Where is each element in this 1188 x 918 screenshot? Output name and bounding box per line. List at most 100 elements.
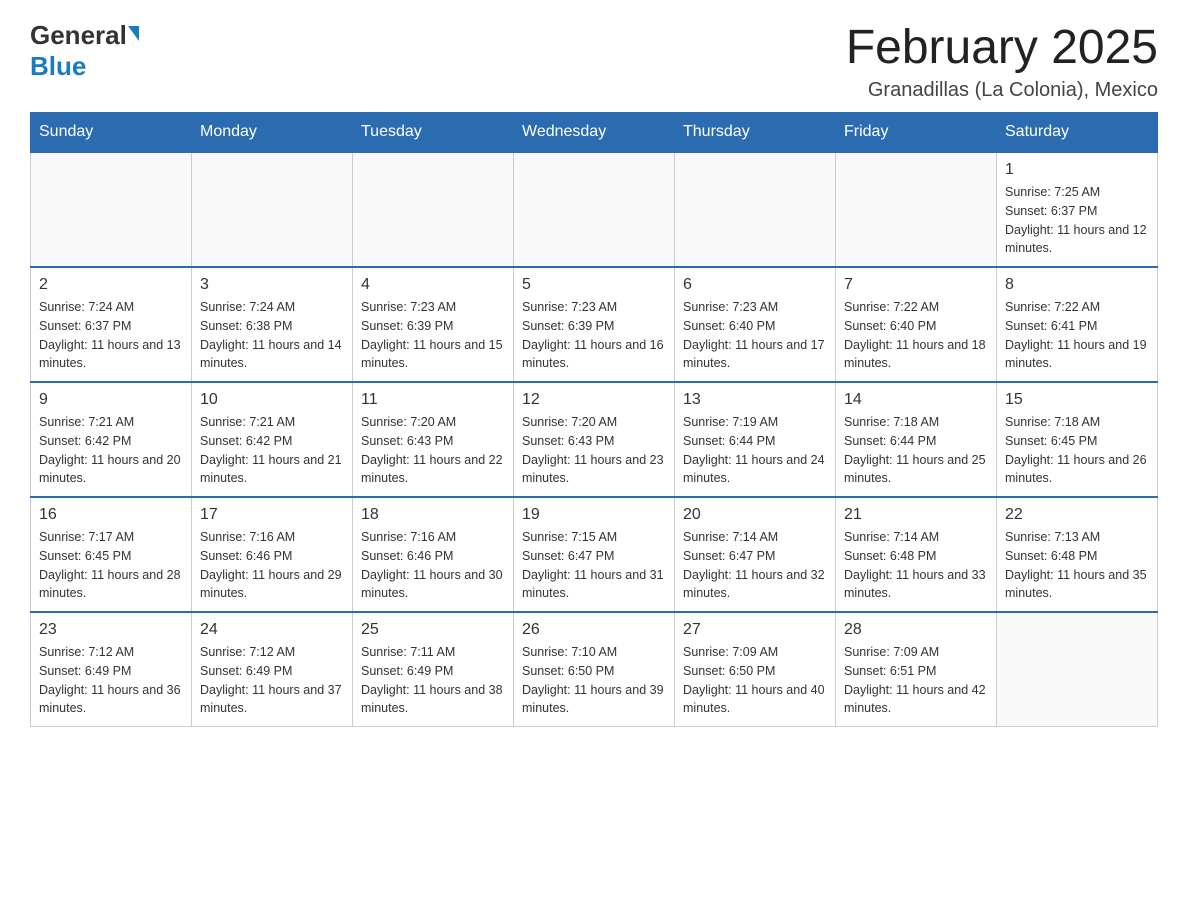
calendar-cell: 28 Sunrise: 7:09 AMSunset: 6:51 PMDayligh… [836, 612, 997, 727]
calendar-cell: 11 Sunrise: 7:20 AMSunset: 6:43 PMDayligh… [353, 382, 514, 497]
calendar-cell: 17 Sunrise: 7:16 AMSunset: 6:46 PMDayligh… [192, 497, 353, 612]
calendar-cell: 24Sunrise: 7:12 AMSunset: 6:49 PMDayligh… [192, 612, 353, 727]
day-info: Sunrise: 7:21 AMSunset: 6:42 PMDaylight:… [39, 413, 183, 488]
day-info: Sunrise: 7:21 AMSunset: 6:42 PMDaylight:… [200, 413, 344, 488]
day-number: 22 [1005, 506, 1149, 524]
day-info: Sunrise: 7:14 AMSunset: 6:48 PMDaylight:… [844, 528, 988, 603]
day-info: Sunrise: 7:16 AMSunset: 6:46 PMDaylight:… [200, 528, 344, 603]
location-title: Granadillas (La Colonia), Mexico [846, 79, 1158, 102]
day-number: 3 [200, 276, 344, 294]
day-number: 9 [39, 391, 183, 409]
day-number: 25 [361, 621, 505, 639]
day-info: Sunrise: 7:15 AMSunset: 6:47 PMDaylight:… [522, 528, 666, 603]
day-number: 19 [522, 506, 666, 524]
calendar-week-row: 23Sunrise: 7:12 AMSunset: 6:49 PMDayligh… [31, 612, 1158, 727]
calendar-week-row: 2 Sunrise: 7:24 AMSunset: 6:37 PMDaylight… [31, 267, 1158, 382]
day-number: 11 [361, 391, 505, 409]
day-number: 28 [844, 621, 988, 639]
day-info: Sunrise: 7:12 AMSunset: 6:49 PMDaylight:… [200, 643, 344, 718]
day-info: Sunrise: 7:24 AMSunset: 6:37 PMDaylight:… [39, 298, 183, 373]
calendar-cell: 1 Sunrise: 7:25 AMSunset: 6:37 PMDaylight… [997, 152, 1158, 267]
title-section: February 2025 Granadillas (La Colonia), … [846, 20, 1158, 102]
calendar-cell: 16 Sunrise: 7:17 AMSunset: 6:45 PMDayligh… [31, 497, 192, 612]
day-number: 1 [1005, 161, 1149, 179]
day-number: 8 [1005, 276, 1149, 294]
logo-blue-text: Blue [30, 51, 86, 81]
calendar-cell: 4 Sunrise: 7:23 AMSunset: 6:39 PMDaylight… [353, 267, 514, 382]
day-number: 6 [683, 276, 827, 294]
day-header-thursday: Thursday [675, 113, 836, 153]
calendar-cell: 20 Sunrise: 7:14 AMSunset: 6:47 PMDayligh… [675, 497, 836, 612]
calendar-cell: 6Sunrise: 7:23 AMSunset: 6:40 PMDaylight… [675, 267, 836, 382]
day-number: 10 [200, 391, 344, 409]
day-header-tuesday: Tuesday [353, 113, 514, 153]
day-info: Sunrise: 7:09 AMSunset: 6:51 PMDaylight:… [844, 643, 988, 718]
calendar-cell: 27Sunrise: 7:09 AMSunset: 6:50 PMDayligh… [675, 612, 836, 727]
calendar-cell [675, 152, 836, 267]
calendar-cell: 12Sunrise: 7:20 AMSunset: 6:43 PMDayligh… [514, 382, 675, 497]
day-info: Sunrise: 7:13 AMSunset: 6:48 PMDaylight:… [1005, 528, 1149, 603]
calendar-header-row: SundayMondayTuesdayWednesdayThursdayFrid… [31, 113, 1158, 153]
calendar-cell: 14 Sunrise: 7:18 AMSunset: 6:44 PMDayligh… [836, 382, 997, 497]
day-info: Sunrise: 7:11 AMSunset: 6:49 PMDaylight:… [361, 643, 505, 718]
day-info: Sunrise: 7:18 AMSunset: 6:44 PMDaylight:… [844, 413, 988, 488]
day-number: 13 [683, 391, 827, 409]
day-info: Sunrise: 7:22 AMSunset: 6:40 PMDaylight:… [844, 298, 988, 373]
day-info: Sunrise: 7:17 AMSunset: 6:45 PMDaylight:… [39, 528, 183, 603]
day-number: 4 [361, 276, 505, 294]
day-info: Sunrise: 7:19 AMSunset: 6:44 PMDaylight:… [683, 413, 827, 488]
calendar-cell [31, 152, 192, 267]
calendar-cell [997, 612, 1158, 727]
day-info: Sunrise: 7:23 AMSunset: 6:39 PMDaylight:… [361, 298, 505, 373]
logo: General Blue [30, 20, 139, 82]
month-title: February 2025 [846, 20, 1158, 75]
calendar-week-row: 1 Sunrise: 7:25 AMSunset: 6:37 PMDaylight… [31, 152, 1158, 267]
calendar-cell: 5 Sunrise: 7:23 AMSunset: 6:39 PMDaylight… [514, 267, 675, 382]
calendar-table: SundayMondayTuesdayWednesdayThursdayFrid… [30, 112, 1158, 727]
calendar-cell: 3Sunrise: 7:24 AMSunset: 6:38 PMDaylight… [192, 267, 353, 382]
day-header-monday: Monday [192, 113, 353, 153]
day-number: 5 [522, 276, 666, 294]
calendar-cell: 9 Sunrise: 7:21 AMSunset: 6:42 PMDaylight… [31, 382, 192, 497]
calendar-cell: 8 Sunrise: 7:22 AMSunset: 6:41 PMDaylight… [997, 267, 1158, 382]
day-header-saturday: Saturday [997, 113, 1158, 153]
page-header: General Blue February 2025 Granadillas (… [30, 20, 1158, 102]
day-number: 27 [683, 621, 827, 639]
calendar-cell: 7 Sunrise: 7:22 AMSunset: 6:40 PMDaylight… [836, 267, 997, 382]
day-header-sunday: Sunday [31, 113, 192, 153]
calendar-cell: 2 Sunrise: 7:24 AMSunset: 6:37 PMDaylight… [31, 267, 192, 382]
calendar-cell [514, 152, 675, 267]
calendar-cell: 23Sunrise: 7:12 AMSunset: 6:49 PMDayligh… [31, 612, 192, 727]
calendar-cell: 15Sunrise: 7:18 AMSunset: 6:45 PMDayligh… [997, 382, 1158, 497]
calendar-cell: 22 Sunrise: 7:13 AMSunset: 6:48 PMDayligh… [997, 497, 1158, 612]
day-number: 20 [683, 506, 827, 524]
day-number: 17 [200, 506, 344, 524]
calendar-cell: 25 Sunrise: 7:11 AMSunset: 6:49 PMDayligh… [353, 612, 514, 727]
day-info: Sunrise: 7:23 AMSunset: 6:39 PMDaylight:… [522, 298, 666, 373]
day-info: Sunrise: 7:16 AMSunset: 6:46 PMDaylight:… [361, 528, 505, 603]
calendar-cell: 26Sunrise: 7:10 AMSunset: 6:50 PMDayligh… [514, 612, 675, 727]
day-info: Sunrise: 7:14 AMSunset: 6:47 PMDaylight:… [683, 528, 827, 603]
day-number: 7 [844, 276, 988, 294]
logo-arrow-icon [128, 26, 139, 41]
calendar-cell: 18Sunrise: 7:16 AMSunset: 6:46 PMDayligh… [353, 497, 514, 612]
calendar-cell: 13 Sunrise: 7:19 AMSunset: 6:44 PMDayligh… [675, 382, 836, 497]
calendar-week-row: 9 Sunrise: 7:21 AMSunset: 6:42 PMDaylight… [31, 382, 1158, 497]
day-info: Sunrise: 7:22 AMSunset: 6:41 PMDaylight:… [1005, 298, 1149, 373]
day-header-friday: Friday [836, 113, 997, 153]
day-info: Sunrise: 7:25 AMSunset: 6:37 PMDaylight:… [1005, 183, 1149, 258]
day-info: Sunrise: 7:20 AMSunset: 6:43 PMDaylight:… [361, 413, 505, 488]
day-number: 2 [39, 276, 183, 294]
day-number: 14 [844, 391, 988, 409]
calendar-cell [836, 152, 997, 267]
calendar-cell: 19 Sunrise: 7:15 AMSunset: 6:47 PMDayligh… [514, 497, 675, 612]
day-number: 16 [39, 506, 183, 524]
day-header-wednesday: Wednesday [514, 113, 675, 153]
calendar-week-row: 16 Sunrise: 7:17 AMSunset: 6:45 PMDayligh… [31, 497, 1158, 612]
day-number: 12 [522, 391, 666, 409]
day-info: Sunrise: 7:18 AMSunset: 6:45 PMDaylight:… [1005, 413, 1149, 488]
calendar-cell [353, 152, 514, 267]
day-number: 21 [844, 506, 988, 524]
logo-general-text: General [30, 20, 127, 51]
calendar-cell: 21 Sunrise: 7:14 AMSunset: 6:48 PMDayligh… [836, 497, 997, 612]
